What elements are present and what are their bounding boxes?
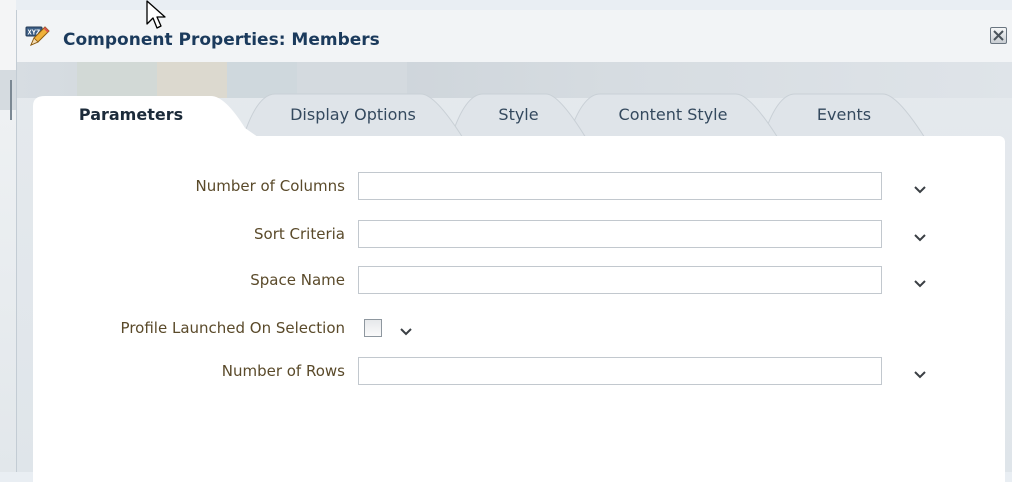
tab-bar: Events Content Style Style Display Optio… [33,90,1012,142]
dialog-title: Component Properties: Members [63,30,380,50]
parameters-panel: Number of Columns Sort Criteria Space Na… [33,136,1005,482]
tab-style[interactable]: Style [451,92,586,138]
chevron-down-icon[interactable] [913,365,927,379]
tab-label: Display Options [290,104,416,124]
form-row-number-of-columns: Number of Columns [33,172,1005,202]
number-of-rows-input[interactable] [358,357,882,385]
field-label: Number of Rows [221,362,345,380]
profile-launched-checkbox[interactable] [364,319,382,337]
chevron-down-icon[interactable] [399,322,413,336]
number-of-columns-input[interactable] [358,172,882,200]
tab-content-style[interactable]: Content Style [568,92,778,138]
form-row-space-name: Space Name [33,266,1005,296]
field-label: Number of Columns [195,177,345,195]
tab-label: Content Style [618,104,728,124]
form-row-number-of-rows: Number of Rows [33,357,1005,387]
mouse-cursor-icon [146,0,172,32]
tab-display-options[interactable]: Display Options [243,92,463,138]
tab-label: Style [498,104,539,124]
component-properties-dialog: XYZ Component Properties: Members Events [16,10,1012,482]
background-strip [0,70,16,110]
space-name-input[interactable] [358,266,882,294]
field-label: Space Name [250,271,345,289]
background-divider [10,80,12,120]
sort-criteria-input[interactable] [358,220,882,248]
close-icon [993,30,1004,41]
tab-events[interactable]: Events [763,92,925,138]
field-label: Profile Launched On Selection [120,319,345,337]
tab-parameters[interactable]: Parameters [33,92,265,142]
chevron-down-icon[interactable] [913,228,927,242]
chevron-down-icon[interactable] [913,274,927,288]
background-strip [0,110,16,472]
close-button[interactable] [990,27,1007,44]
tab-label: Events [816,104,872,124]
chevron-down-icon[interactable] [913,180,927,194]
field-label: Sort Criteria [254,225,345,243]
form-row-sort-criteria: Sort Criteria [33,220,1005,250]
xyz-edit-icon: XYZ [25,25,51,46]
tab-label: Parameters [78,104,184,124]
background-strip [0,0,16,70]
form-row-profile-launched: Profile Launched On Selection [33,316,1005,346]
